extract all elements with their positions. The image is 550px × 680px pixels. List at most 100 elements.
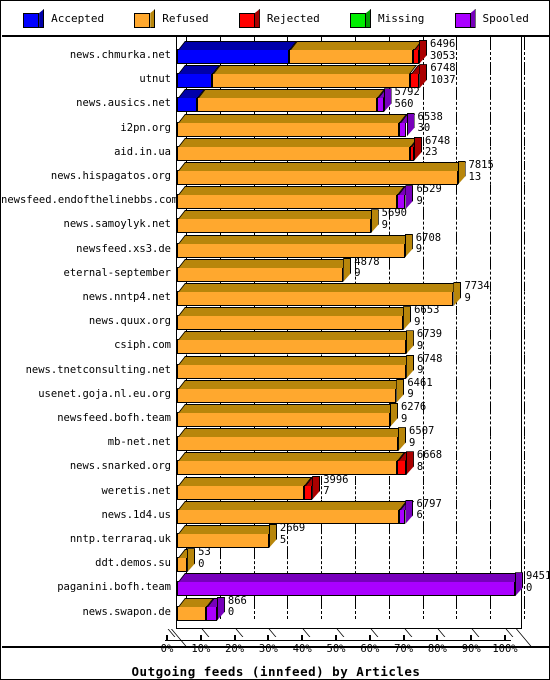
x-tick-connector xyxy=(302,629,311,637)
bar-value-bottom: 7 xyxy=(323,485,330,498)
gridline-tick-segment xyxy=(355,475,356,485)
y-axis-label: newsfeed.xs3.de xyxy=(76,242,171,255)
gridline-tick-segment xyxy=(456,40,458,49)
bar-end-cap xyxy=(187,548,195,572)
gridline-tick-segment xyxy=(456,524,458,533)
gridline-tick-segment xyxy=(355,524,356,533)
gridline-tick-segment xyxy=(253,548,255,558)
bar-end-cap xyxy=(453,282,461,306)
bar-value-label: 7815 13 xyxy=(469,159,494,183)
gridline-tick-segment xyxy=(388,475,390,485)
bar-value-top: 6276 xyxy=(400,401,427,413)
gridline-tick-segment xyxy=(422,475,424,485)
bar-end-cap xyxy=(405,500,413,524)
gridline-tick-segment xyxy=(490,88,492,98)
bar-segment-rejected xyxy=(397,452,414,476)
legend-item-missing: Missing xyxy=(349,9,424,28)
bar-segment-top-face xyxy=(289,41,422,50)
bar-segment-refused xyxy=(177,113,407,137)
bar-segment-refused xyxy=(177,428,407,452)
bar-value-label: 6748 1037 xyxy=(430,63,455,86)
x-tick-label: 50% xyxy=(326,643,346,655)
gridline-tick-segment xyxy=(524,233,525,243)
gridline-tick-segment xyxy=(355,548,356,558)
bar-segment-top-face xyxy=(178,258,352,268)
bar-segment-top-face xyxy=(197,89,386,99)
bar-end-cap xyxy=(406,355,414,379)
bar-value-bottom: 0 xyxy=(198,557,205,570)
gridline-tick-segment xyxy=(490,209,492,219)
bar-end-cap xyxy=(384,88,392,112)
gridline-tick-segment xyxy=(490,354,492,364)
x-tick-connector xyxy=(370,629,379,637)
y-axis-label: news.quux.org xyxy=(88,315,171,328)
bar-value-label: 6708 9 xyxy=(416,232,441,256)
cube-icon xyxy=(238,9,260,28)
gridline-tick-segment xyxy=(422,209,424,219)
gridline-tick-segment xyxy=(456,136,458,146)
gridline-tick-segment xyxy=(524,88,525,98)
bar-segment-refused xyxy=(177,597,215,621)
y-axis-label: mb-net.net xyxy=(107,436,171,449)
bar-value-label: 6748 9 xyxy=(417,353,442,377)
gridline-tick-segment xyxy=(524,64,525,74)
gridline-tick-segment xyxy=(490,40,492,49)
bar-segment-top-face xyxy=(178,41,297,50)
y-axis-label: usenet.goja.nl.eu.org xyxy=(38,387,171,400)
bar-value-label: 6538 30 xyxy=(418,111,443,135)
gridline-tick-segment xyxy=(321,475,323,485)
chart-plot-area: 6496 3053 6748 1037 5792 560 6538 30 6748 23 7815 1… xyxy=(1,37,549,679)
bar-value-top: 6529 xyxy=(416,183,442,196)
gridline-tick-segment xyxy=(524,596,525,606)
gridline-tick-segment xyxy=(490,136,492,146)
bar-segment-top-face xyxy=(178,331,414,341)
y-axis-label: utnut xyxy=(139,73,171,86)
bar-value-bottom: 0 xyxy=(526,581,533,594)
bottom-divider xyxy=(2,646,549,648)
gridline-tick-segment xyxy=(524,136,525,146)
x-axis-max-line xyxy=(521,37,522,629)
bar-value-bottom: 3053 xyxy=(430,49,456,62)
x-tick-mark xyxy=(267,635,270,640)
bar-value-top: 2669 xyxy=(279,522,306,534)
bar-segment-top-face xyxy=(178,186,406,196)
x-tick-connector xyxy=(404,629,412,637)
gridline-tick-segment xyxy=(490,524,492,533)
bar-segment-refused xyxy=(177,476,312,500)
y-axis-label: news.nntp4.net xyxy=(82,291,171,303)
bar-end-cap xyxy=(405,234,413,258)
bar-value-bottom: 9 xyxy=(407,388,414,401)
gridline-tick-segment xyxy=(524,209,525,219)
bar-segment-accepted xyxy=(177,89,205,113)
gridline-tick-segment xyxy=(490,112,492,122)
x-tick-label: 20% xyxy=(225,643,245,655)
gridline-tick-segment xyxy=(388,524,390,533)
bar-segment-top-face xyxy=(178,452,406,462)
y-axis-label: newsfeed.bofh.team xyxy=(57,412,171,424)
gridline-tick-segment xyxy=(524,524,525,533)
bar-value-bottom: 560 xyxy=(394,97,414,110)
x-tick-connector xyxy=(438,629,446,637)
gridline-tick-segment xyxy=(422,257,424,267)
gridline-tick-segment xyxy=(456,233,458,243)
bar-segment-spooled xyxy=(398,113,415,137)
bar-value-label: 6748 23 xyxy=(425,135,450,159)
gridline-tick-segment xyxy=(490,427,492,437)
cube-icon xyxy=(349,9,371,28)
gridline-tick-segment xyxy=(422,136,424,146)
y-axis-label: news.samoylyk.net xyxy=(63,218,171,231)
gridline-tick-segment xyxy=(456,88,458,98)
gridline-tick-segment xyxy=(490,306,492,316)
gridline-tick-segment xyxy=(456,112,458,122)
bar-value-top: 53 xyxy=(198,546,211,559)
legend-item-accepted: Accepted xyxy=(23,9,104,28)
bar-segment-top-face xyxy=(178,234,413,244)
gridline-tick-segment xyxy=(456,306,458,316)
bar-value-bottom: 9 xyxy=(416,339,424,352)
gridline-tick-segment xyxy=(355,596,356,606)
cube-icon xyxy=(454,9,476,28)
bar-end-cap xyxy=(458,161,466,185)
gridline-tick-segment xyxy=(456,596,458,606)
bar-segment-top-face xyxy=(213,65,418,75)
bar-value-label: 6461 9 xyxy=(407,377,432,401)
